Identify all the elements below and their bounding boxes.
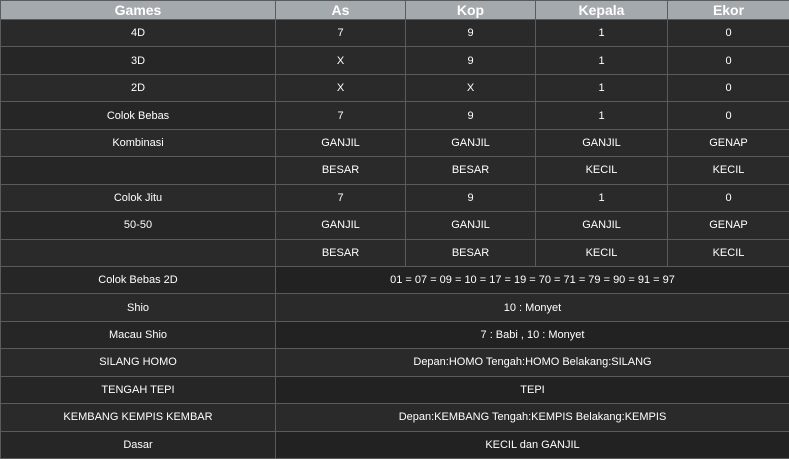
- row-label: Colok Bebas: [0, 101, 276, 130]
- row-label: 50-50: [0, 211, 276, 240]
- kembang-kempis-kembar-value: Depan:KEMBANG Tengah:KEMPIS Belakang:KEM…: [275, 403, 789, 432]
- kop-value: BESAR: [405, 156, 536, 185]
- header-as: As: [275, 0, 406, 20]
- span-row: TENGAH TEPI TEPI: [0, 375, 789, 405]
- colok-bebas-2d-value: 01 = 07 = 09 = 10 = 17 = 19 = 70 = 71 = …: [275, 265, 789, 295]
- kop-value: GANJIL: [405, 211, 536, 240]
- header-ekor: Ekor: [667, 0, 789, 20]
- row-label: Colok Bebas 2D: [0, 265, 276, 295]
- as-value: 7: [275, 183, 406, 213]
- ekor-value: 0: [667, 18, 789, 48]
- row-label: 4D: [0, 18, 276, 48]
- row-label: 3D: [0, 46, 276, 75]
- table-row: 4D 7 9 1 0: [0, 18, 789, 48]
- span-row: Macau Shio 7 : Babi , 10 : Monyet: [0, 320, 789, 350]
- kepala-value: 1: [535, 73, 668, 103]
- kepala-value: 1: [535, 18, 668, 48]
- ekor-value: KECIL: [667, 238, 789, 267]
- table-row: 3D X 9 1 0: [0, 46, 789, 75]
- row-label: TENGAH TEPI: [0, 375, 276, 405]
- kop-value: X: [405, 73, 536, 103]
- as-value: GANJIL: [275, 128, 406, 158]
- as-value: X: [275, 46, 406, 75]
- row-label: [0, 156, 276, 185]
- kepala-value: GANJIL: [535, 128, 668, 158]
- ekor-value: 0: [667, 46, 789, 75]
- row-label: KEMBANG KEMPIS KEMBAR: [0, 403, 276, 432]
- header-row: Games As Kop Kepala Ekor: [0, 0, 789, 20]
- dasar-value: KECIL dan GANJIL: [275, 430, 789, 459]
- as-value: 7: [275, 101, 406, 130]
- row-label: SILANG HOMO: [0, 348, 276, 377]
- tengah-tepi-value: TEPI: [275, 375, 789, 405]
- kop-value: GANJIL: [405, 128, 536, 158]
- ekor-value: GENAP: [667, 211, 789, 240]
- span-row: Colok Bebas 2D 01 = 07 = 09 = 10 = 17 = …: [0, 265, 789, 295]
- ekor-value: 0: [667, 183, 789, 213]
- header-kop: Kop: [405, 0, 536, 20]
- as-value: 7: [275, 18, 406, 48]
- table-row: BESAR BESAR KECIL KECIL: [0, 238, 789, 267]
- ekor-value: KECIL: [667, 156, 789, 185]
- row-label: [0, 238, 276, 267]
- span-row: Shio 10 : Monyet: [0, 293, 789, 322]
- row-label: Shio: [0, 293, 276, 322]
- table-row: Kombinasi GANJIL GANJIL GANJIL GENAP: [0, 128, 789, 158]
- macau-shio-value: 7 : Babi , 10 : Monyet: [275, 320, 789, 350]
- kepala-value: 1: [535, 183, 668, 213]
- span-row: KEMBANG KEMPIS KEMBAR Depan:KEMBANG Teng…: [0, 403, 789, 432]
- as-value: GANJIL: [275, 211, 406, 240]
- kop-value: 9: [405, 101, 536, 130]
- kepala-value: KECIL: [535, 156, 668, 185]
- silang-homo-value: Depan:HOMO Tengah:HOMO Belakang:SILANG: [275, 348, 789, 377]
- kop-value: BESAR: [405, 238, 536, 267]
- shio-value: 10 : Monyet: [275, 293, 789, 322]
- row-label: Colok Jitu: [0, 183, 276, 213]
- kop-value: 9: [405, 183, 536, 213]
- table-row: Colok Bebas 7 9 1 0: [0, 101, 789, 130]
- row-label: Macau Shio: [0, 320, 276, 350]
- results-table: Games As Kop Kepala Ekor 4D 7 9 1 0 3D X…: [0, 0, 789, 459]
- span-row: SILANG HOMO Depan:HOMO Tengah:HOMO Belak…: [0, 348, 789, 377]
- kop-value: 9: [405, 46, 536, 75]
- kop-value: 9: [405, 18, 536, 48]
- table-row: Colok Jitu 7 9 1 0: [0, 183, 789, 213]
- as-value: BESAR: [275, 156, 406, 185]
- ekor-value: 0: [667, 73, 789, 103]
- kepala-value: 1: [535, 46, 668, 75]
- as-value: BESAR: [275, 238, 406, 267]
- span-row: Dasar KECIL dan GANJIL: [0, 430, 789, 459]
- as-value: X: [275, 73, 406, 103]
- ekor-value: GENAP: [667, 128, 789, 158]
- kepala-value: 1: [535, 101, 668, 130]
- ekor-value: 0: [667, 101, 789, 130]
- row-label: 2D: [0, 73, 276, 103]
- row-label: Dasar: [0, 430, 276, 459]
- row-label: Kombinasi: [0, 128, 276, 158]
- kepala-value: GANJIL: [535, 211, 668, 240]
- header-kepala: Kepala: [535, 0, 668, 20]
- kepala-value: KECIL: [535, 238, 668, 267]
- table-row: 50-50 GANJIL GANJIL GANJIL GENAP: [0, 211, 789, 240]
- header-games: Games: [0, 0, 276, 20]
- table-row: BESAR BESAR KECIL KECIL: [0, 156, 789, 185]
- table-row: 2D X X 1 0: [0, 73, 789, 103]
